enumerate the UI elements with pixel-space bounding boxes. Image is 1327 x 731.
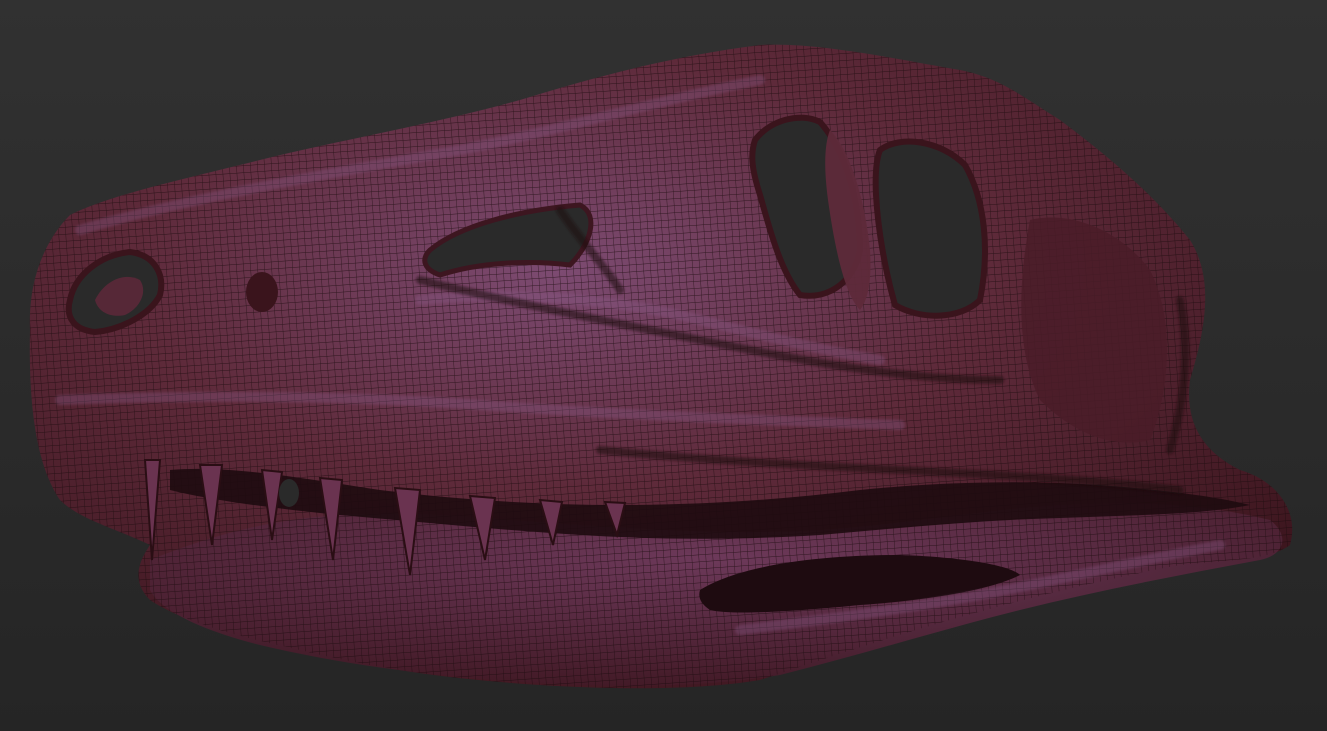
laterotemporal-fenestra: [872, 138, 988, 319]
dental-gap: [279, 479, 299, 507]
3d-viewport[interactable]: [0, 0, 1327, 731]
maxillary-fenestra: [246, 272, 278, 312]
viewport-canvas[interactable]: [0, 0, 1327, 731]
